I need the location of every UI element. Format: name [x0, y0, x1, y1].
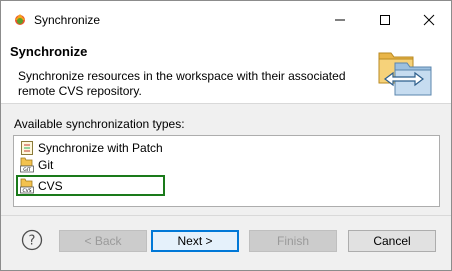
list-item-label: Git — [38, 157, 54, 172]
synchronize-dialog: Synchronize Synchronize Synchronize reso… — [0, 0, 452, 271]
list-item-cvs[interactable]: CVS CVS — [16, 175, 165, 196]
finish-button[interactable]: Finish — [249, 230, 337, 252]
eclipse-app-icon — [15, 14, 25, 25]
cvs-icon: CVS — [20, 178, 34, 194]
synchronization-types-list[interactable]: Synchronize with Patch GIT Git CVS CVS — [13, 135, 440, 207]
list-item-patch[interactable]: Synchronize with Patch — [19, 139, 163, 156]
list-item-git[interactable]: GIT Git — [19, 156, 53, 173]
close-button[interactable] — [406, 1, 451, 39]
synchronize-folders-icon — [378, 52, 432, 96]
maximize-button[interactable] — [362, 1, 407, 39]
types-label: Available synchronization types: — [14, 117, 185, 131]
title-bar: Synchronize — [1, 1, 451, 39]
close-icon — [423, 14, 434, 26]
list-item-label: CVS — [38, 178, 63, 193]
git-icon: GIT — [20, 157, 34, 173]
page-description: Synchronize resources in the workspace w… — [18, 69, 346, 98]
page-title: Synchronize — [10, 44, 88, 59]
cancel-button[interactable]: Cancel — [348, 230, 436, 252]
footer-separator — [1, 215, 451, 216]
patch-icon — [21, 140, 33, 155]
list-item-label: Synchronize with Patch — [38, 140, 163, 155]
wizard-banner: Synchronize Synchronize resources in the… — [1, 39, 451, 104]
svg-text:GIT: GIT — [23, 167, 31, 173]
back-button[interactable]: < Back — [59, 230, 147, 252]
maximize-icon — [379, 15, 390, 25]
window-title: Synchronize — [34, 13, 101, 27]
svg-text:CVS: CVS — [22, 188, 31, 194]
minimize-button[interactable] — [317, 1, 362, 39]
next-button[interactable]: Next > — [151, 230, 239, 252]
minimize-icon — [334, 19, 345, 21]
svg-text:?: ? — [29, 234, 36, 249]
help-icon[interactable]: ? — [21, 229, 43, 251]
